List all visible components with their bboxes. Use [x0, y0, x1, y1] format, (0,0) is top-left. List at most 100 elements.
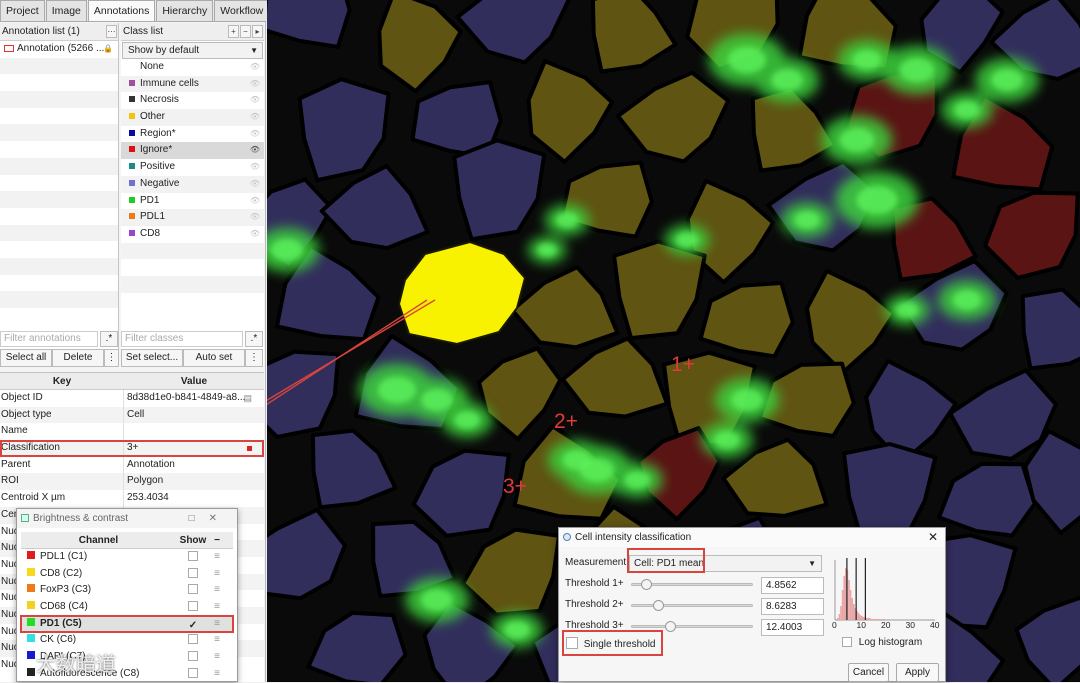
eye-icon[interactable]: 👁 — [250, 109, 260, 126]
channel-show-checkbox[interactable] — [188, 551, 198, 561]
class-item[interactable]: None👁 — [121, 59, 264, 76]
channel-row[interactable]: PDL1 (C1) ≡ — [21, 549, 233, 566]
slider-handle[interactable] — [665, 621, 676, 632]
drag-handle-icon[interactable]: ≡ — [210, 549, 224, 566]
property-row[interactable]: ROIPolygon — [0, 473, 264, 490]
channel-show-checkbox[interactable] — [188, 568, 198, 578]
auto-set-button[interactable]: Auto set — [183, 349, 245, 367]
drag-handle-icon[interactable]: ≡ — [210, 666, 224, 683]
drag-handle-icon[interactable]: ≡ — [210, 632, 224, 649]
remove-class-icon[interactable]: − — [240, 25, 251, 38]
class-filter-input[interactable]: Filter classes — [121, 331, 243, 347]
tab-hierarchy[interactable]: Hierarchy — [156, 0, 213, 21]
channel-show-cell — [176, 549, 210, 566]
threshold-value-input[interactable]: 12.4003 — [761, 619, 824, 636]
channel-show-checkbox[interactable] — [188, 584, 198, 594]
eye-icon[interactable]: 👁 — [250, 76, 260, 93]
property-row[interactable]: Centroid X µm253.4034 — [0, 490, 264, 507]
add-class-icon[interactable]: + — [228, 25, 239, 38]
channel-row[interactable]: CD8 (C2)≡ — [21, 566, 233, 583]
apply-button[interactable]: Apply — [896, 663, 939, 682]
channel-show-checkbox[interactable] — [188, 601, 198, 611]
log-histogram-box[interactable] — [842, 637, 852, 647]
copy-icon[interactable]: ▤ — [243, 390, 252, 407]
delete-button[interactable]: Delete — [52, 349, 104, 367]
cell-intensity-titlebar[interactable]: Cell intensity classification ✕ — [559, 528, 945, 547]
show-by-default-dropdown[interactable]: Show by default ▼ — [122, 42, 263, 59]
eye-icon[interactable]: 👁 — [250, 176, 260, 193]
property-row[interactable]: Classification3+ — [0, 440, 264, 457]
drag-handle-icon[interactable]: ≡ — [210, 649, 224, 666]
property-row[interactable]: Object ID8d38d1e0-b841-4849-a8...▤ — [0, 390, 264, 407]
class-item[interactable]: Region*👁 — [121, 126, 264, 143]
channel-row[interactable]: CD68 (C4)≡ — [21, 599, 233, 616]
channel-row[interactable]: FoxP3 (C3) ≡ — [21, 582, 233, 599]
channel-label: PDL1 (C1) — [40, 551, 87, 562]
drag-handle-icon[interactable]: ≡ — [210, 616, 224, 633]
class-filter-options-icon[interactable]: .* — [245, 331, 263, 347]
class-more-icon[interactable]: ▸ — [252, 25, 263, 38]
channel-color-swatch — [27, 568, 35, 576]
eye-icon[interactable]: 👁 — [250, 159, 260, 176]
empty-row — [0, 291, 118, 308]
threshold-value-input[interactable]: 8.6283 — [761, 598, 824, 615]
threshold-slider[interactable] — [631, 583, 753, 586]
class-item[interactable]: Immune cells👁 — [121, 76, 264, 93]
class-item[interactable]: PD1👁 — [121, 193, 264, 210]
annotation-filter-options-icon[interactable]: .* — [100, 331, 118, 347]
cancel-button[interactable]: Cancel — [848, 663, 889, 682]
class-item[interactable]: Other👁 — [121, 109, 264, 126]
eye-icon[interactable]: 👁 — [250, 209, 260, 226]
drag-handle-icon[interactable]: ≡ — [210, 566, 224, 583]
set-selected-button[interactable]: Set select... — [121, 349, 183, 367]
channel-name-cell: FoxP3 (C3) — [21, 582, 176, 599]
property-row[interactable]: Name — [0, 423, 264, 440]
threshold-value-input[interactable]: 4.8562 — [761, 577, 824, 594]
class-item[interactable]: Positive👁 — [121, 159, 264, 176]
eye-icon[interactable]: 👁 — [250, 126, 260, 143]
class-list-more-icon[interactable]: ⋮ — [245, 349, 263, 367]
threshold-slider[interactable] — [631, 625, 753, 628]
eye-icon[interactable]: 👁 — [250, 193, 260, 210]
histogram-bar — [872, 619, 874, 620]
select-all-button[interactable]: Select all — [0, 349, 52, 367]
tab-workflow[interactable]: Workflow — [214, 0, 269, 21]
close-icon[interactable]: ✕ — [928, 528, 938, 547]
channel-row[interactable]: PD1 (C5)✓≡ — [21, 616, 233, 633]
tab-image[interactable]: Image — [46, 0, 87, 21]
drag-handle-icon[interactable]: ≡ — [210, 582, 224, 599]
tab-annotations[interactable]: Annotations — [88, 0, 155, 21]
eye-icon[interactable]: 👁 — [250, 92, 260, 109]
slider-handle[interactable] — [641, 579, 652, 590]
close-icon[interactable]: ✕ — [209, 513, 231, 524]
eye-icon[interactable]: 👁 — [250, 59, 260, 76]
annotation-options-icon[interactable]: ⋯ — [106, 25, 117, 38]
channel-show-checkbox[interactable] — [188, 668, 198, 678]
maximize-icon[interactable]: □ — [189, 513, 209, 524]
collapse-icon[interactable]: − — [210, 532, 224, 548]
class-item[interactable]: Necrosis👁 — [121, 92, 264, 109]
property-row[interactable]: ParentAnnotation — [0, 457, 264, 474]
log-histogram-checkbox[interactable]: Log histogram — [842, 637, 922, 648]
channel-row[interactable]: CK (C6)≡ — [21, 632, 233, 649]
tab-project[interactable]: Project — [0, 0, 45, 21]
class-item[interactable]: PDL1👁 — [121, 209, 264, 226]
eye-icon[interactable]: 👁 — [250, 142, 260, 159]
channel-show-checkbox[interactable] — [188, 651, 198, 661]
class-item[interactable]: Negative👁 — [121, 176, 264, 193]
drag-handle-icon[interactable]: ≡ — [210, 599, 224, 616]
property-key: Name — [0, 423, 124, 440]
class-list-panel: Class list + − ▸ Show by default ▼ None👁… — [121, 23, 264, 366]
threshold-slider[interactable] — [631, 604, 753, 607]
class-item[interactable]: CD8👁 — [121, 226, 264, 243]
channel-show-checkbox[interactable] — [188, 634, 198, 644]
class-item[interactable]: Ignore*👁 — [121, 142, 264, 159]
annotation-filter-input[interactable]: Filter annotations — [0, 331, 98, 347]
eye-icon[interactable]: 👁 — [250, 226, 260, 243]
property-row[interactable]: Object typeCell — [0, 407, 264, 424]
slider-handle[interactable] — [653, 600, 664, 611]
annotation-more-icon[interactable]: ⋮ — [104, 349, 119, 367]
brightness-contrast-titlebar[interactable]: Brightness & contrast □✕ — [17, 509, 237, 528]
annotation-item[interactable]: Annotation (5266 ... 🔒 — [0, 41, 118, 58]
channel-show-checkbox[interactable]: ✓ — [188, 622, 198, 632]
